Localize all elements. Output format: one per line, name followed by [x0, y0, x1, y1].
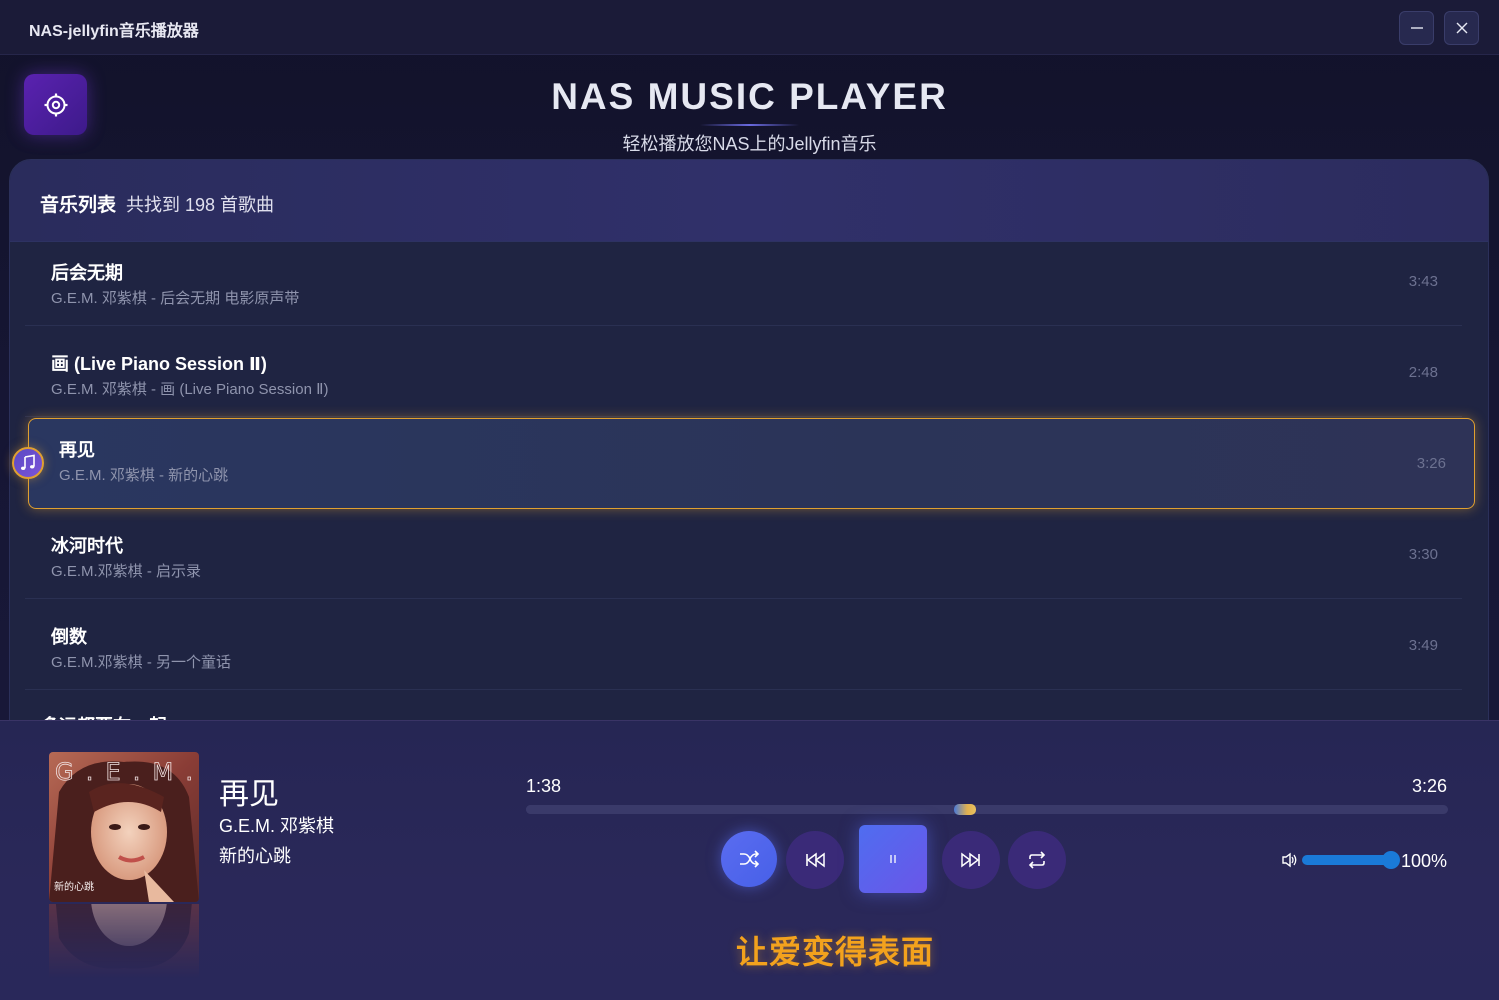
- next-button[interactable]: [942, 831, 1000, 889]
- player-bar: G.E.M. 新的心跳 再见 G.E.M. 邓紫棋 新的心跳 1:38 3:26: [0, 720, 1499, 1000]
- page-subtitle: 轻松播放您NAS上的Jellyfin音乐: [622, 134, 877, 154]
- song-title: 再见: [59, 440, 95, 460]
- close-icon: [1456, 22, 1467, 34]
- progress-fill: [526, 805, 965, 814]
- song-duration: 3:26: [1416, 455, 1446, 472]
- song-meta: G.E.M.邓紫棋 - 另一个童话: [51, 654, 232, 671]
- current-lyric: 让爱变得表面: [735, 934, 934, 970]
- song-list-panel: 音乐列表 共找到 198 首歌曲 后会无期 G.E.M. 邓紫棋 - 后会无期 …: [9, 159, 1489, 759]
- song-duration: 2:48: [1408, 364, 1438, 381]
- volume-value: 100%: [1401, 851, 1448, 871]
- shuffle-icon: [740, 850, 760, 868]
- volume-thumb[interactable]: [1382, 851, 1400, 869]
- now-playing-artist: G.E.M. 邓紫棋: [219, 816, 335, 836]
- song-title: 冰河时代: [51, 536, 123, 556]
- now-playing-icon: [12, 447, 44, 479]
- shuffle-button[interactable]: [721, 831, 777, 887]
- album-cover: G.E.M. 新的心跳: [49, 752, 199, 902]
- page-title: NAS MUSIC PLAYER: [551, 76, 948, 117]
- song-row[interactable]: 后会无期 G.E.M. 邓紫棋 - 后会无期 电影原声带 3:43: [25, 242, 1462, 326]
- progress-bar[interactable]: [526, 804, 1448, 815]
- song-count: 共找到 198 首歌曲: [126, 195, 275, 215]
- pause-icon: [890, 855, 896, 863]
- song-duration: 3:49: [1408, 637, 1438, 654]
- song-list-header: 音乐列表 共找到 198 首歌曲: [10, 160, 1488, 242]
- minimize-button[interactable]: [1399, 11, 1434, 45]
- window-title: NAS-jellyfin音乐播放器: [29, 23, 199, 40]
- next-icon: [961, 852, 980, 868]
- volume-fill: [1302, 855, 1391, 865]
- volume-slider[interactable]: [1302, 851, 1400, 869]
- song-title: 后会无期: [51, 263, 123, 283]
- song-duration: 3:30: [1408, 546, 1438, 563]
- song-title-partial[interactable]: 多远都要在一起: [41, 711, 167, 720]
- song-meta: G.E.M. 邓紫棋 - 画 (Live Piano Session Ⅱ): [51, 381, 329, 398]
- current-time: 1:38: [526, 776, 562, 796]
- song-row[interactable]: 冰河时代 G.E.M.邓紫棋 - 启示录 3:30: [25, 515, 1462, 599]
- song-list-title: 音乐列表: [40, 195, 117, 216]
- song-meta: G.E.M. 邓紫棋 - 后会无期 电影原声带: [51, 290, 300, 307]
- song-row[interactable]: 倒数 G.E.M.邓紫棋 - 另一个童话 3:49: [25, 606, 1462, 690]
- volume-icon[interactable]: [1281, 852, 1299, 868]
- close-button[interactable]: [1444, 11, 1479, 45]
- total-time: 3:26: [1412, 776, 1448, 796]
- now-playing-title: 再见: [219, 778, 279, 811]
- song-row-active[interactable]: 再见 G.E.M. 邓紫棋 - 新的心跳 3:26: [28, 418, 1475, 509]
- title-underline: [700, 124, 799, 126]
- minimize-icon: [1410, 27, 1423, 29]
- song-title: 倒数: [51, 627, 87, 647]
- song-title: 画 (Live Piano Session Ⅱ): [51, 354, 267, 374]
- title-bar: NAS-jellyfin音乐播放器: [0, 0, 1499, 55]
- app-window: NAS-jellyfin音乐播放器 NAS MUSIC PLAYER 轻松播放您…: [0, 0, 1499, 1000]
- previous-button[interactable]: [786, 831, 844, 889]
- song-duration: 3:43: [1408, 273, 1438, 290]
- pause-button[interactable]: [859, 825, 927, 893]
- now-playing-album: 新的心跳: [219, 846, 291, 866]
- cover-caption: 新的心跳: [54, 880, 94, 893]
- repeat-button[interactable]: [1008, 831, 1066, 889]
- previous-icon: [806, 852, 825, 868]
- song-meta: G.E.M. 邓紫棋 - 新的心跳: [59, 467, 229, 484]
- progress-thumb[interactable]: [953, 804, 976, 815]
- repeat-icon: [1028, 851, 1046, 869]
- song-row[interactable]: 画 (Live Piano Session Ⅱ) G.E.M. 邓紫棋 - 画 …: [25, 333, 1462, 417]
- song-meta: G.E.M.邓紫棋 - 启示录: [51, 563, 202, 580]
